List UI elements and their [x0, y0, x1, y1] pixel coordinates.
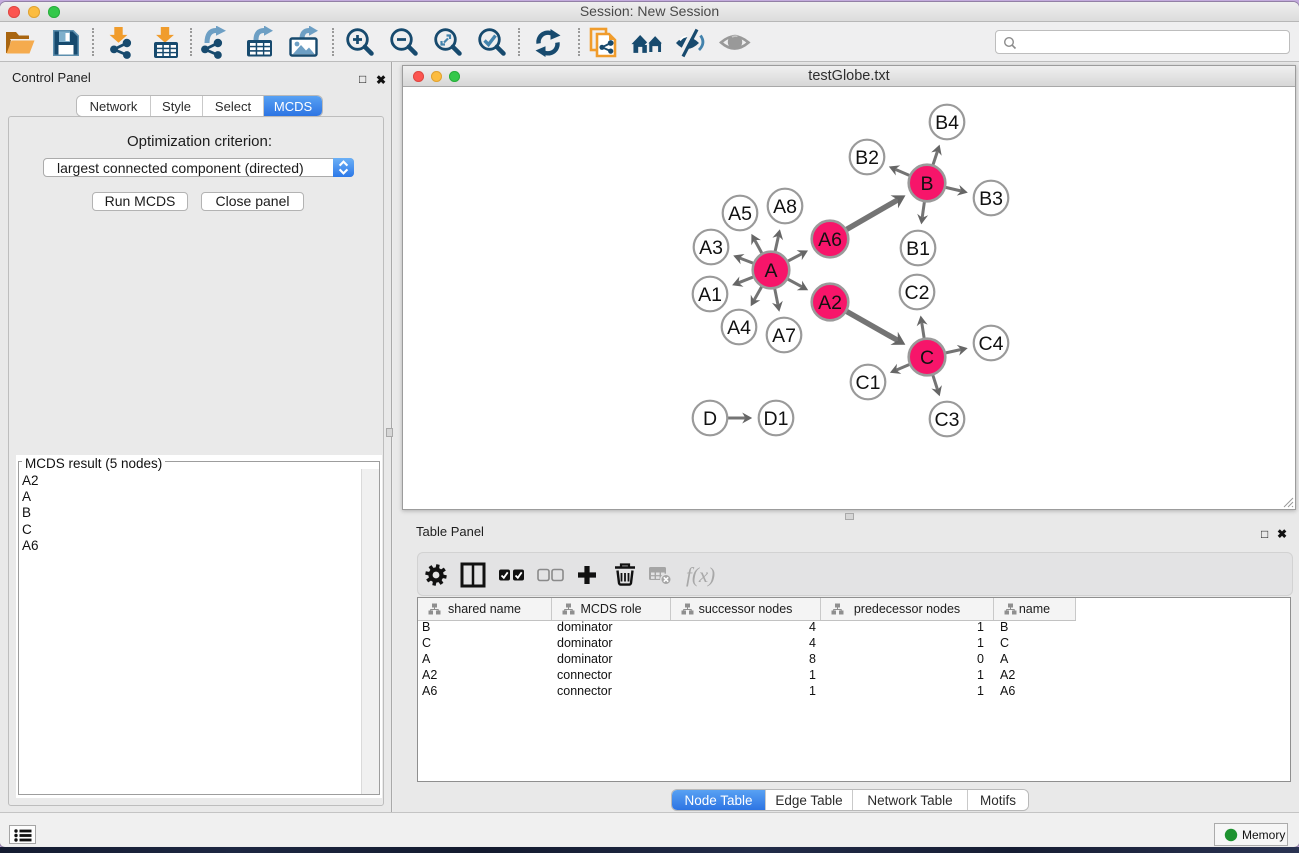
svg-text:A: A [764, 260, 777, 282]
svg-text:C4: C4 [979, 333, 1004, 355]
svg-text:C3: C3 [935, 409, 960, 431]
svg-text:A6: A6 [818, 229, 842, 251]
svg-text:D1: D1 [764, 408, 789, 430]
svg-text:A4: A4 [727, 317, 751, 339]
svg-text:B: B [920, 173, 933, 195]
svg-text:f(x): f(x) [686, 563, 715, 587]
svg-text:C2: C2 [905, 282, 930, 304]
svg-text:B1: B1 [906, 238, 930, 260]
svg-text:A5: A5 [728, 203, 752, 225]
svg-text:A2: A2 [818, 292, 842, 314]
svg-text:B2: B2 [855, 147, 879, 169]
svg-text:C: C [920, 347, 934, 369]
svg-text:A8: A8 [773, 196, 797, 218]
svg-text:B3: B3 [979, 188, 1003, 210]
svg-text:A7: A7 [772, 325, 796, 347]
svg-text:A3: A3 [699, 237, 723, 259]
svg-text:C1: C1 [856, 372, 881, 394]
svg-text:A1: A1 [698, 284, 722, 306]
svg-text:D: D [703, 408, 717, 430]
svg-text:B4: B4 [935, 112, 959, 134]
